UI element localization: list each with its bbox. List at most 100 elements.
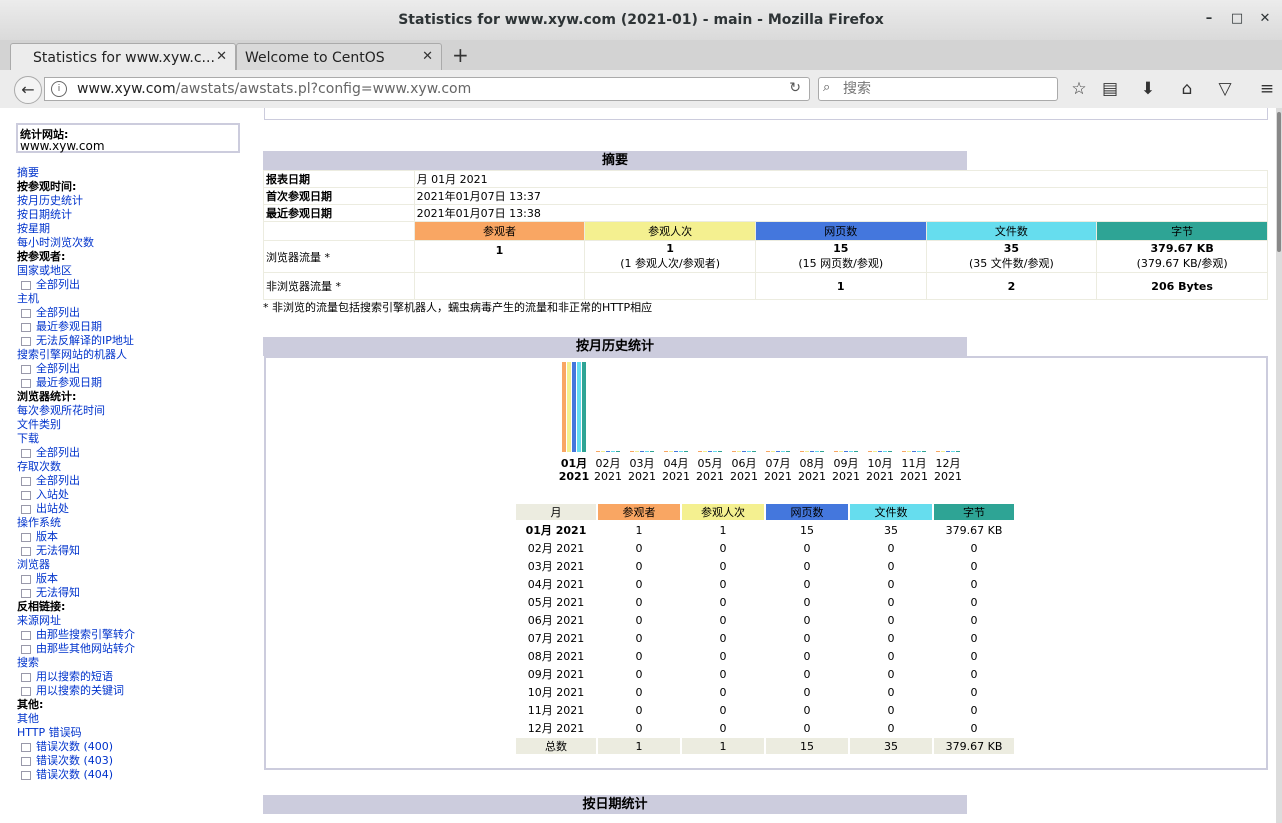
search-input[interactable] xyxy=(841,80,1045,98)
bar-1-4 xyxy=(577,362,581,452)
bookmark-star-icon[interactable]: ☆ xyxy=(1068,79,1090,99)
year-label: 2021 xyxy=(730,470,758,483)
tab-close-icon[interactable]: ✕ xyxy=(422,49,433,64)
bar-10-3 xyxy=(878,451,882,452)
back-button[interactable]: ← xyxy=(14,76,42,104)
pocket-icon[interactable]: ▽ xyxy=(1214,79,1236,99)
close-window-button[interactable]: ✕ xyxy=(1256,11,1274,26)
tab-close-icon[interactable]: ✕ xyxy=(216,49,227,64)
month-label: 09月 xyxy=(833,457,859,470)
tab-statistics[interactable]: Statistics for www.xyw.c... ✕ xyxy=(10,43,236,70)
menu-subitem[interactable]: 版本 xyxy=(17,572,257,586)
notviewed-label: 非浏览器流量 * xyxy=(263,272,415,300)
maximize-button[interactable]: □ xyxy=(1228,11,1246,26)
url-bar[interactable]: i www.xyw.com/awstats/awstats.pl?config=… xyxy=(44,77,810,101)
menu-subitem[interactable]: 用以搜索的短语 xyxy=(17,670,257,684)
month-label: 03月 xyxy=(629,457,655,470)
bar-8-4 xyxy=(815,451,819,452)
menu-subitem[interactable]: 全部列出 xyxy=(17,474,257,488)
year-label: 2021 xyxy=(696,470,724,483)
menu-item[interactable]: 搜索 xyxy=(17,656,257,670)
menu-subitem[interactable]: 用以搜索的关键词 xyxy=(17,684,257,698)
tab-welcome-centos[interactable]: Welcome to CentOS ✕ xyxy=(236,43,442,70)
bar-8-1 xyxy=(800,451,804,452)
menu-item[interactable]: HTTP 错误码 xyxy=(17,726,257,740)
menu-item[interactable]: 国家或地区 xyxy=(17,264,257,278)
menu-item[interactable]: 其他 xyxy=(17,712,257,726)
menu-subitem[interactable]: 全部列出 xyxy=(17,278,257,292)
menu-item[interactable]: 搜索引擎网站的机器人 xyxy=(17,348,257,362)
bar-9-1 xyxy=(834,451,838,452)
month-tick-label: 03月 2021 xyxy=(625,457,659,483)
cell-visitors: 1 xyxy=(635,523,643,537)
reload-icon[interactable]: ↻ xyxy=(789,80,801,96)
table-row: 12月 2021 0 0 0 0 0 xyxy=(516,720,1014,736)
menu-section-heading: 浏览器统计: xyxy=(17,390,257,404)
menu-item[interactable]: 按月历史统计 xyxy=(17,194,257,208)
menu-subitem[interactable]: 错误次数 (400) xyxy=(17,740,257,754)
menu-subitem[interactable]: 最近参观日期 xyxy=(17,320,257,334)
menu-item[interactable]: 操作系统 xyxy=(17,516,257,530)
menu-label: 全部列出 xyxy=(36,306,80,319)
window-titlebar: Statistics for www.xyw.com (2021-01) - m… xyxy=(0,0,1282,41)
cell-files: 0 xyxy=(887,703,895,717)
cell-bytes: 0 xyxy=(970,667,978,681)
menu-subitem[interactable]: 无法反解译的IP地址 xyxy=(17,334,257,348)
search-bar[interactable]: ⌕ xyxy=(818,77,1058,101)
menu-icon[interactable]: ≡ xyxy=(1256,79,1278,99)
cell-month: 06月 2021 xyxy=(527,614,585,627)
reading-list-icon[interactable]: ▤ xyxy=(1099,79,1121,99)
menu-item[interactable]: 文件类别 xyxy=(17,418,257,432)
menu-subitem[interactable]: 无法得知 xyxy=(17,586,257,600)
menu-item[interactable]: 浏览器 xyxy=(17,558,257,572)
menu-subitem[interactable]: 版本 xyxy=(17,530,257,544)
menu-item[interactable]: 每小时浏览次数 xyxy=(17,236,257,250)
menu-item[interactable]: 来源网址 xyxy=(17,614,257,628)
list-icon xyxy=(21,336,31,346)
menu-item[interactable]: 下载 xyxy=(17,432,257,446)
info-icon[interactable]: i xyxy=(51,81,67,97)
download-icon[interactable]: ⬇ xyxy=(1137,79,1159,99)
menu-subitem[interactable]: 全部列出 xyxy=(17,306,257,320)
menu-label: 无法得知 xyxy=(36,544,80,557)
bar-11-2 xyxy=(907,451,911,452)
menu-item[interactable]: 按星期 xyxy=(17,222,257,236)
minimize-button[interactable]: – xyxy=(1200,11,1218,26)
month-label: 04月 xyxy=(663,457,689,470)
menu-item[interactable]: 摘要 xyxy=(17,166,257,180)
home-icon[interactable]: ⌂ xyxy=(1176,79,1198,99)
list-icon xyxy=(21,672,31,682)
menu-subitem[interactable]: 无法得知 xyxy=(17,544,257,558)
menu-item[interactable]: 按日期统计 xyxy=(17,208,257,222)
menu-item[interactable]: 存取次数 xyxy=(17,460,257,474)
menu-subitem[interactable]: 全部列出 xyxy=(17,446,257,460)
menu-subitem[interactable]: 入站处 xyxy=(17,488,257,502)
menu-item[interactable]: 主机 xyxy=(17,292,257,306)
menu-label: 搜索 xyxy=(17,656,39,669)
cell-visitors: 0 xyxy=(635,649,643,663)
bar-4-3 xyxy=(674,451,678,452)
cell-pages: 0 xyxy=(803,559,811,573)
menu-subitem[interactable]: 全部列出 xyxy=(17,362,257,376)
cell-pages: 0 xyxy=(803,631,811,645)
url-path: /awstats/awstats.pl?config=www.xyw.com xyxy=(175,81,472,97)
menu-subitem[interactable]: 错误次数 (404) xyxy=(17,768,257,782)
bar-1-2 xyxy=(567,362,571,452)
menu-label: 由那些搜索引擎转介 xyxy=(36,628,135,641)
scrollbar-thumb[interactable] xyxy=(1277,112,1281,252)
menu-subitem[interactable]: 出站处 xyxy=(17,502,257,516)
cell-month: 11月 2021 xyxy=(527,704,585,717)
menu-item[interactable]: 每次参观所花时间 xyxy=(17,404,257,418)
menu-label: 错误次数 (403) xyxy=(36,754,114,767)
menu-label: 全部列出 xyxy=(36,278,80,291)
menu-subitem[interactable]: 错误次数 (403) xyxy=(17,754,257,768)
tab-label: Statistics for www.xyw.c... xyxy=(33,50,215,66)
new-tab-button[interactable]: + xyxy=(452,43,469,67)
menu-subitem[interactable]: 由那些其他网站转介 xyxy=(17,642,257,656)
cell-pages: 0 xyxy=(803,541,811,555)
bar-3-5 xyxy=(650,451,654,452)
cell-month: 02月 2021 xyxy=(527,542,585,555)
menu-subitem[interactable]: 最近参观日期 xyxy=(17,376,257,390)
menu-subitem[interactable]: 由那些搜索引擎转介 xyxy=(17,628,257,642)
total-row: 总数 1 1 15 35 379.67 KB xyxy=(516,738,1014,754)
